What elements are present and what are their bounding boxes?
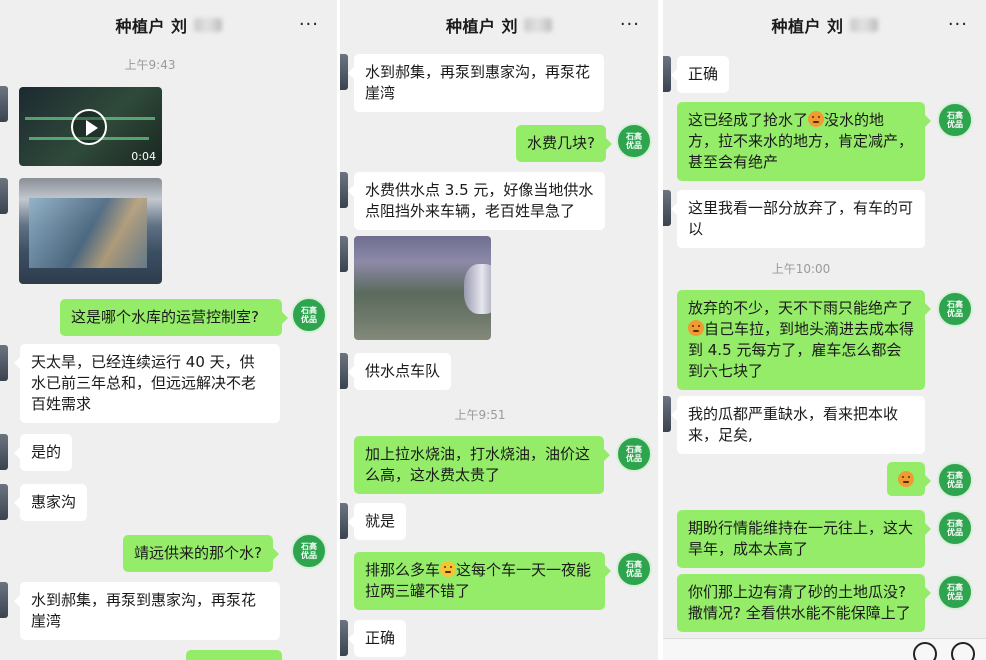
contact-avatar[interactable] bbox=[340, 54, 348, 90]
avatar-logo-text: 石高优品 bbox=[626, 132, 642, 150]
incoming-message[interactable]: 这里我看一部分放弃了，有车的可以 bbox=[671, 190, 925, 248]
chat-panel-3: 种植户 刘 ··· 正确 这已经成了抢水了 没水的地方，拉不来水的地方，肯定减产，… bbox=[663, 0, 986, 660]
outgoing-message[interactable]: 排那么多车 这每个车一天一夜能拉两三罐不错了 bbox=[354, 552, 611, 610]
outgoing-message[interactable]: 靖远供来的那个水? bbox=[123, 535, 279, 572]
contact-avatar[interactable] bbox=[340, 172, 348, 208]
contact-avatar[interactable] bbox=[0, 484, 8, 520]
contact-avatar[interactable] bbox=[340, 353, 348, 389]
play-icon[interactable] bbox=[71, 109, 107, 145]
more-options-button[interactable]: ··· bbox=[948, 14, 968, 35]
contact-avatar[interactable] bbox=[663, 396, 671, 432]
outgoing-message-partial[interactable] bbox=[186, 650, 282, 660]
avatar-logo-text: 石高优品 bbox=[947, 583, 963, 601]
video-message[interactable]: 0:04 bbox=[19, 87, 162, 166]
chat-title: 种植户 刘 bbox=[115, 17, 188, 36]
message-text: 自己车拉，到地头滴进去成本得到 4.5 元每方了，雇车怎么都会到六七块了 bbox=[688, 320, 915, 380]
self-avatar[interactable]: 石高优品 bbox=[937, 510, 973, 546]
incoming-message[interactable]: 水到郝集，再泵到惠家沟，再泵花崖湾 bbox=[348, 54, 604, 112]
incoming-message[interactable]: 正确 bbox=[347, 620, 407, 657]
self-avatar[interactable]: 石高优品 bbox=[616, 436, 652, 472]
input-bar[interactable] bbox=[663, 638, 986, 660]
avatar-logo-text: 石高优品 bbox=[947, 471, 963, 489]
avatar-logo-text: 石高优品 bbox=[301, 542, 317, 560]
more-options-button[interactable]: ··· bbox=[299, 14, 319, 35]
emoji-icon bbox=[898, 471, 914, 487]
contact-avatar[interactable] bbox=[0, 86, 8, 122]
contact-avatar[interactable] bbox=[340, 620, 348, 656]
emoji-icon bbox=[688, 320, 704, 336]
image-message[interactable] bbox=[19, 178, 162, 284]
timestamp: 上午9:43 bbox=[124, 58, 176, 72]
redacted-name bbox=[849, 18, 878, 32]
chat-header: 种植户 刘 ··· bbox=[0, 0, 337, 50]
outgoing-message[interactable]: 期盼行情能维持在一元往上，这大旱年，成本太高了 bbox=[677, 510, 931, 568]
outgoing-emoji-message[interactable] bbox=[887, 462, 931, 496]
chat-header: 种植户 刘 ··· bbox=[340, 0, 658, 50]
outgoing-message[interactable]: 水费几块? bbox=[516, 125, 612, 162]
video-duration: 0:04 bbox=[131, 150, 156, 163]
avatar-logo-text: 石高优品 bbox=[301, 306, 317, 324]
outgoing-message[interactable]: 放弃的不少，天不下雨只能绝产了自己车拉，到地头滴进去成本得到 4.5 元每方了，… bbox=[677, 290, 931, 390]
contact-avatar[interactable] bbox=[663, 190, 671, 226]
chat-header: 种植户 刘 ··· bbox=[663, 0, 986, 50]
outgoing-message[interactable]: 这已经成了抢水了 没水的地方，拉不来水的地方，肯定减产，甚至会有绝产 bbox=[677, 102, 931, 181]
avatar-logo-text: 石高优品 bbox=[947, 111, 963, 129]
contact-avatar[interactable] bbox=[0, 434, 8, 470]
emoji-icon bbox=[808, 111, 825, 127]
outgoing-message[interactable]: 加上拉水烧油，打水烧油，油价这么高，这水费太贵了 bbox=[354, 436, 610, 494]
redacted-name bbox=[524, 18, 553, 32]
emoji-icon bbox=[440, 561, 457, 577]
more-options-button[interactable]: ··· bbox=[620, 14, 640, 35]
self-avatar[interactable]: 石高优品 bbox=[616, 551, 652, 587]
message-text: 这已经成了抢水了 bbox=[688, 111, 809, 129]
outgoing-message[interactable]: 这是哪个水库的运营控制室? bbox=[60, 299, 288, 336]
incoming-message[interactable]: 惠家沟 bbox=[13, 484, 88, 521]
avatar-logo-text: 石高优品 bbox=[626, 445, 642, 463]
self-avatar[interactable]: 石高优品 bbox=[937, 291, 973, 327]
self-avatar[interactable]: 石高优品 bbox=[616, 123, 652, 159]
avatar-logo-text: 石高优品 bbox=[947, 300, 963, 318]
incoming-message[interactable]: 水到郝集，再泵到惠家沟，再泵花崖湾 bbox=[14, 582, 280, 640]
chat-panel-1: 种植户 刘 ··· 上午9:43 0:04 这是哪个水库的运营控制室? 石高优品… bbox=[0, 0, 337, 660]
chat-title: 种植户 刘 bbox=[771, 17, 844, 36]
water-tank-image bbox=[464, 264, 491, 314]
outgoing-message[interactable]: 你们那上边有清了砂的土地瓜没?撒情况? 全看供水能不能保障上了 bbox=[677, 574, 931, 632]
contact-avatar[interactable] bbox=[0, 582, 8, 618]
self-avatar[interactable]: 石高优品 bbox=[291, 297, 327, 333]
chat-panel-2: 种植户 刘 ··· 水到郝集，再泵到惠家沟，再泵花崖湾 水费几块? 石高优品 水… bbox=[340, 0, 658, 660]
incoming-message[interactable]: 是的 bbox=[13, 434, 73, 471]
self-avatar[interactable]: 石高优品 bbox=[937, 574, 973, 610]
message-text: 排那么多车 bbox=[365, 561, 441, 579]
monitor-screen-image bbox=[29, 198, 147, 268]
image-message[interactable] bbox=[354, 236, 491, 340]
avatar-logo-text: 石高优品 bbox=[947, 519, 963, 537]
incoming-message[interactable]: 正确 bbox=[670, 56, 730, 93]
self-avatar[interactable]: 石高优品 bbox=[937, 102, 973, 138]
self-avatar[interactable]: 石高优品 bbox=[291, 533, 327, 569]
contact-avatar[interactable] bbox=[663, 56, 671, 92]
emoji-button-icon[interactable] bbox=[913, 642, 937, 660]
contact-avatar[interactable] bbox=[0, 345, 8, 381]
incoming-message[interactable]: 就是 bbox=[347, 503, 407, 540]
add-button-icon[interactable] bbox=[951, 642, 975, 660]
chat-title: 种植户 刘 bbox=[445, 17, 519, 36]
redacted-name bbox=[193, 18, 222, 32]
incoming-message[interactable]: 天太旱，已经连续运行 40 天，供水已前三年总和，但远远解决不老百姓需求 bbox=[14, 344, 280, 423]
incoming-message[interactable]: 水费供水点 3.5 元，好像当地供水点阻挡外来车辆，老百姓旱急了 bbox=[348, 172, 605, 230]
contact-avatar[interactable] bbox=[0, 178, 8, 214]
contact-avatar[interactable] bbox=[340, 503, 348, 539]
timestamp: 上午10:00 bbox=[771, 262, 831, 276]
incoming-message[interactable]: 我的瓜都严重缺水，看来把本收来，足矣, bbox=[671, 396, 925, 454]
contact-avatar[interactable] bbox=[340, 236, 348, 272]
message-text: 放弃的不少，天不下雨只能绝产了 bbox=[688, 299, 914, 317]
self-avatar[interactable]: 石高优品 bbox=[937, 462, 973, 498]
avatar-logo-text: 石高优品 bbox=[626, 560, 642, 578]
timestamp: 上午9:51 bbox=[454, 408, 506, 422]
incoming-message[interactable]: 供水点车队 bbox=[347, 353, 452, 390]
